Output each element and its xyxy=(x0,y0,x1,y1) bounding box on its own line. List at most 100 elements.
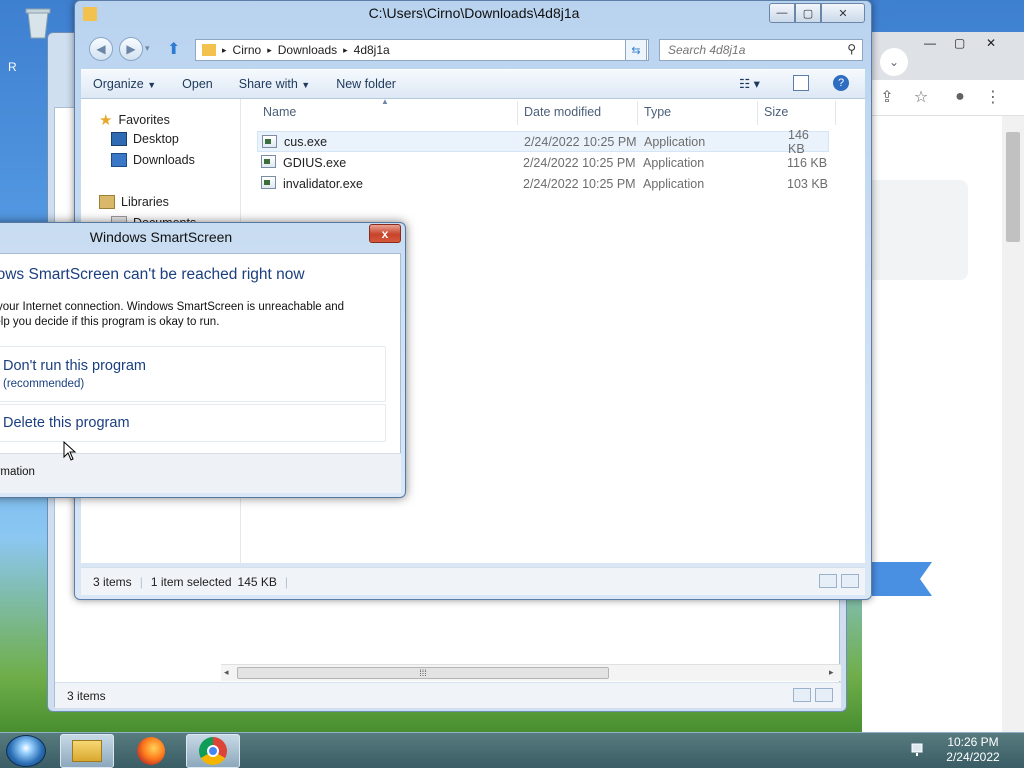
nav-favorites[interactable]: ★ Favorites xyxy=(99,111,170,129)
chrome-banner xyxy=(872,562,932,596)
minimize-button[interactable]: — xyxy=(769,3,795,23)
exe-file-icon xyxy=(261,155,276,168)
dont-run-option[interactable]: Don't run this program (recommended) xyxy=(0,346,386,402)
clock-date: 2/24/2022 xyxy=(946,750,1000,764)
breadcrumb-current[interactable]: 4d8j1a xyxy=(354,43,390,57)
large-icons-view-icon[interactable] xyxy=(841,574,859,588)
breadcrumb-cirno[interactable]: Cirno xyxy=(233,43,262,57)
address-row: ◀ ▶ ▾ ⬆ ▸ Cirno ▸ Downloads ▸ 4d8j1a ▼ ⇆… xyxy=(83,35,867,63)
new-folder-button[interactable]: New folder xyxy=(336,77,396,91)
firefox-icon xyxy=(137,737,165,765)
dont-run-sublabel: (recommended) xyxy=(3,378,85,390)
close-button[interactable]: ✕ xyxy=(821,3,865,23)
column-separator[interactable] xyxy=(637,101,638,125)
scroll-right-icon[interactable]: ▸ xyxy=(829,667,834,678)
nav-downloads-label: Downloads xyxy=(133,153,195,167)
chrome-window: ⌄ — ▢ ✕ ⇪ ☆ ● ⋮ xyxy=(862,32,1024,732)
window-title: C:\Users\Cirno\Downloads\4d8j1a xyxy=(368,5,580,21)
chevron-down-icon[interactable]: ⌄ xyxy=(880,48,908,76)
search-icon[interactable]: ⚲ xyxy=(847,42,856,56)
horizontal-scroll-thumb[interactable]: ⁞⁞⁞ xyxy=(237,667,609,679)
profile-icon[interactable]: ● xyxy=(947,84,973,110)
delete-program-label: Delete this program xyxy=(3,415,130,431)
file-type: Application xyxy=(643,155,705,170)
preview-pane-icon[interactable] xyxy=(793,75,809,91)
folder-icon xyxy=(202,44,216,56)
refresh-icon[interactable]: ⇆ xyxy=(625,39,647,61)
chrome-scroll-thumb[interactable] xyxy=(1006,132,1020,242)
explorer-taskbar-button[interactable] xyxy=(60,734,114,768)
more-information-link[interactable]: formation xyxy=(0,466,35,478)
column-separator[interactable] xyxy=(757,101,758,125)
view-options-icon[interactable]: ☷ ▾ xyxy=(739,76,760,91)
nav-downloads[interactable]: Downloads xyxy=(111,153,195,167)
dont-run-label: Don't run this program xyxy=(3,358,146,374)
smartscreen-dialog: Windows SmartScreen x dows SmartScreen c… xyxy=(0,222,406,498)
file-name: invalidator.exe xyxy=(283,176,363,191)
column-date-modified[interactable]: Date modified xyxy=(524,105,601,119)
address-bar[interactable]: ▸ Cirno ▸ Downloads ▸ 4d8j1a ▼ xyxy=(195,39,649,61)
start-button[interactable] xyxy=(6,735,46,767)
desktop-edge: R xyxy=(0,40,47,220)
share-icon[interactable]: ⇪ xyxy=(874,84,900,110)
file-row[interactable]: invalidator.exe 2/24/2022 10:25 PM Appli… xyxy=(257,173,829,194)
column-size[interactable]: Size xyxy=(764,105,788,119)
chrome-icon xyxy=(199,737,227,765)
file-date: 2/24/2022 10:25 PM xyxy=(524,134,637,149)
close-icon[interactable]: ✕ xyxy=(986,36,996,50)
breadcrumb-separator-icon[interactable]: ▸ xyxy=(343,45,348,56)
status-bar: 3 items | 1 item selected 145 KB | xyxy=(81,567,865,595)
taskbar-clock[interactable]: 10:26 PM 2/24/2022 xyxy=(930,735,1016,765)
horizontal-scrollbar[interactable]: ◂ ⁞⁞⁞ ▸ xyxy=(221,664,841,681)
column-type[interactable]: Type xyxy=(644,105,671,119)
details-view-icon[interactable] xyxy=(793,688,811,702)
nav-libraries-label: Libraries xyxy=(121,195,169,209)
file-row[interactable]: cus.exe 2/24/2022 10:25 PM Application 1… xyxy=(257,128,829,156)
star-icon[interactable]: ☆ xyxy=(908,84,934,110)
search-box[interactable]: ⚲ xyxy=(659,39,863,61)
large-icons-view-icon[interactable] xyxy=(815,688,833,702)
breadcrumb-downloads[interactable]: Downloads xyxy=(278,43,337,57)
forward-arrow-icon[interactable]: ▶ xyxy=(119,37,143,61)
column-separator[interactable] xyxy=(517,101,518,125)
status-divider: | xyxy=(139,574,143,589)
share-with-button[interactable]: Share with ▼ xyxy=(239,77,310,91)
back-arrow-icon[interactable]: ◀ xyxy=(89,37,113,61)
dialog-close-button[interactable]: x xyxy=(369,224,401,243)
maximize-button[interactable]: ▢ xyxy=(795,3,821,23)
chrome-tabbar: ⌄ — ▢ ✕ xyxy=(862,32,1024,80)
up-arrow-icon[interactable]: ⬆ xyxy=(167,39,180,59)
breadcrumb-separator-icon[interactable]: ▸ xyxy=(267,45,272,56)
exe-file-icon xyxy=(262,135,277,148)
taskbar: 10:26 PM 2/24/2022 xyxy=(0,732,1024,768)
status-selected-size: 145 KB xyxy=(237,574,277,589)
organize-button[interactable]: Organize ▼ xyxy=(93,77,156,91)
file-name: GDIUS.exe xyxy=(283,155,347,170)
firefox-taskbar-button[interactable] xyxy=(124,734,178,768)
maximize-icon[interactable]: ▢ xyxy=(954,36,965,50)
delete-program-option[interactable]: Delete this program xyxy=(0,404,386,442)
breadcrumb-separator-icon[interactable]: ▸ xyxy=(222,45,227,56)
chrome-scrollbar[interactable] xyxy=(1002,116,1024,732)
search-input[interactable] xyxy=(668,43,838,57)
more-vert-icon[interactable]: ⋮ xyxy=(980,84,1006,110)
chrome-taskbar-button[interactable] xyxy=(186,734,240,768)
recent-pages-chevron-icon[interactable]: ▾ xyxy=(145,43,150,54)
downloads-icon xyxy=(111,153,127,167)
column-name[interactable]: Name xyxy=(263,105,296,119)
minimize-icon[interactable]: — xyxy=(924,36,936,50)
network-icon[interactable] xyxy=(910,742,928,758)
file-size: 103 KB xyxy=(787,176,829,191)
column-separator[interactable] xyxy=(835,101,836,125)
mouse-cursor-icon xyxy=(63,441,77,461)
desktop-letter: R xyxy=(8,60,17,74)
open-button[interactable]: Open xyxy=(182,77,213,91)
nav-desktop[interactable]: Desktop xyxy=(111,132,179,146)
file-row[interactable]: GDIUS.exe 2/24/2022 10:25 PM Application… xyxy=(257,152,829,173)
help-icon[interactable]: ? xyxy=(833,75,849,91)
file-date: 2/24/2022 10:25 PM xyxy=(523,155,636,170)
nav-libraries[interactable]: Libraries xyxy=(99,195,169,209)
chrome-content-card xyxy=(866,180,968,280)
scroll-left-icon[interactable]: ◂ xyxy=(224,667,229,678)
details-view-icon[interactable] xyxy=(819,574,837,588)
